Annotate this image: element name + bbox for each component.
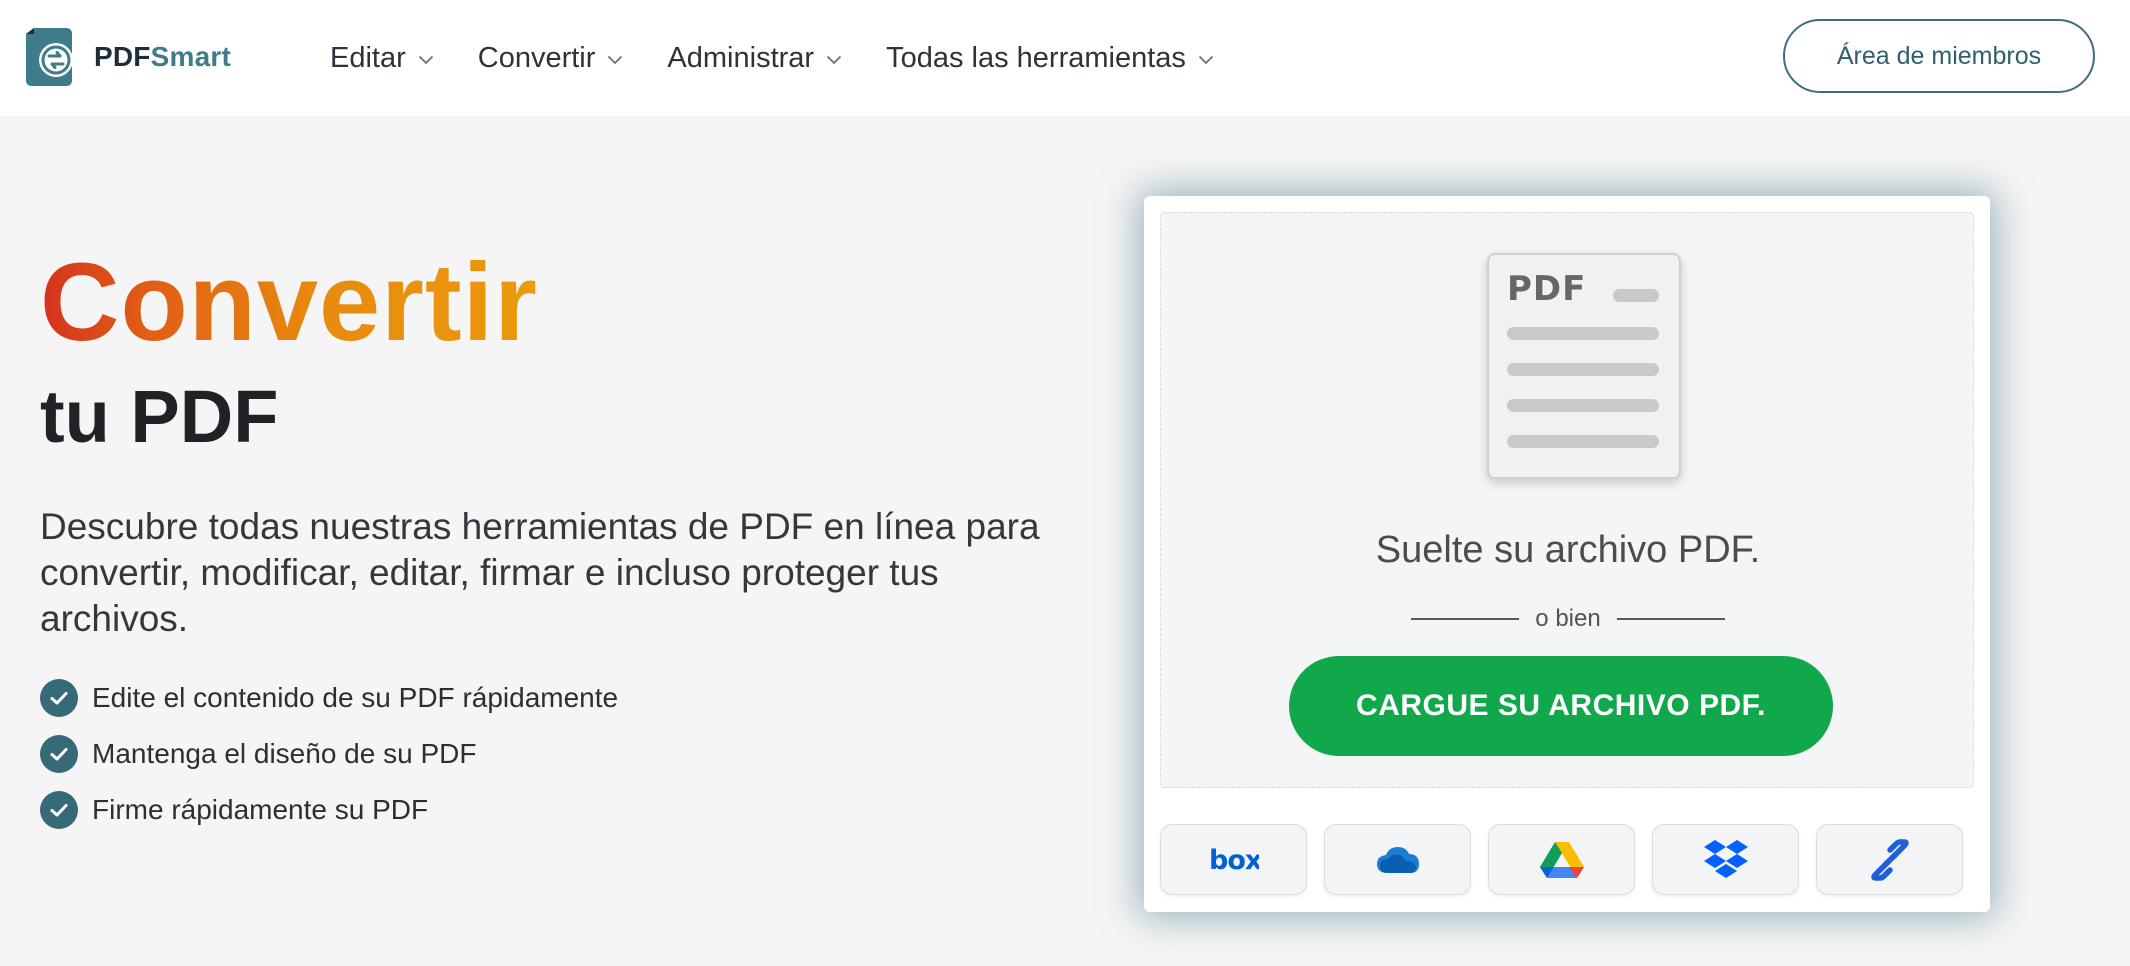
nav-convertir-label: Convertir bbox=[477, 41, 596, 74]
check-circle-icon bbox=[40, 735, 78, 773]
nav-administrar-label: Administrar bbox=[667, 41, 815, 74]
upload-pdf-button[interactable]: CARGUE SU ARCHIVO PDF. bbox=[1289, 656, 1833, 756]
dropbox-button[interactable] bbox=[1652, 824, 1799, 895]
divider-line bbox=[1411, 618, 1520, 620]
feature-text: Edite el contenido de su PDF rápidamente bbox=[92, 682, 619, 713]
dropbox-icon bbox=[1703, 839, 1748, 878]
feature-text: Firme rápidamente su PDF bbox=[92, 794, 429, 825]
brand-name-smart: Smart bbox=[150, 41, 231, 72]
members-area-button[interactable]: Área de miembros bbox=[1783, 19, 2095, 93]
chevron-down-icon bbox=[826, 55, 842, 65]
nav-editar-label: Editar bbox=[330, 41, 406, 74]
brand-name-pdf: PDF bbox=[94, 41, 151, 72]
nav-convertir[interactable]: Convertir bbox=[478, 42, 624, 75]
feature-item: Mantenga el diseño de su PDF bbox=[40, 726, 618, 782]
upload-card: PDF Suelte su archivo PDF. o bien CARGUE… bbox=[1144, 196, 1990, 912]
nav-todas-las-herramientas[interactable]: Todas las herramientas bbox=[886, 42, 1214, 75]
pdfsmart-logo-icon bbox=[26, 28, 73, 86]
nav-editar[interactable]: Editar bbox=[330, 42, 434, 75]
check-circle-icon bbox=[40, 679, 78, 717]
pdf-document-label: PDF bbox=[1507, 269, 1587, 309]
svg-text:box: box bbox=[1209, 847, 1259, 873]
nav-todas-label: Todas las herramientas bbox=[886, 41, 1186, 74]
hero-title: Convertir bbox=[40, 248, 538, 358]
chevron-down-icon bbox=[1198, 55, 1214, 65]
main-nav: Editar Convertir Administrar Todas las h… bbox=[330, 0, 1214, 116]
check-circle-icon bbox=[40, 791, 78, 829]
drop-instruction: Suelte su archivo PDF. bbox=[1375, 529, 1761, 571]
chevron-down-icon bbox=[418, 55, 433, 65]
hero-description: Descubre todas nuestras herramientas de … bbox=[40, 506, 1040, 639]
or-divider-text: o bien bbox=[1535, 605, 1601, 632]
feature-item: Firme rápidamente su PDF bbox=[40, 782, 618, 838]
logo[interactable]: PDFSmart bbox=[22, 28, 231, 86]
divider-line bbox=[1616, 618, 1725, 620]
top-header: PDFSmart Editar Convertir Administrar To… bbox=[0, 0, 2130, 116]
feature-text: Mantenga el diseño de su PDF bbox=[92, 738, 477, 769]
or-divider: o bien bbox=[1161, 605, 1975, 633]
box-button[interactable]: box bbox=[1160, 824, 1307, 895]
link-button[interactable] bbox=[1816, 824, 1963, 895]
link-icon bbox=[1870, 838, 1909, 881]
google-drive-icon bbox=[1539, 841, 1584, 878]
pdf-document-icon: PDF bbox=[1487, 253, 1681, 479]
hero-subtitle: tu PDF bbox=[40, 375, 279, 458]
google-drive-button[interactable] bbox=[1488, 824, 1635, 895]
box-icon: box bbox=[1209, 847, 1259, 873]
cloud-services-row: box bbox=[1160, 824, 1963, 895]
chevron-down-icon bbox=[608, 55, 623, 65]
hero-title-text: Convertir bbox=[40, 241, 538, 364]
onedrive-button[interactable] bbox=[1324, 824, 1471, 895]
file-dropzone[interactable]: PDF Suelte su archivo PDF. o bien CARGUE… bbox=[1160, 212, 1974, 788]
onedrive-icon bbox=[1376, 846, 1419, 873]
feature-item: Edite el contenido de su PDF rápidamente bbox=[40, 670, 618, 726]
brand-name: PDFSmart bbox=[94, 41, 231, 73]
nav-administrar[interactable]: Administrar bbox=[667, 42, 842, 75]
feature-list: Edite el contenido de su PDF rápidamente… bbox=[40, 670, 618, 838]
